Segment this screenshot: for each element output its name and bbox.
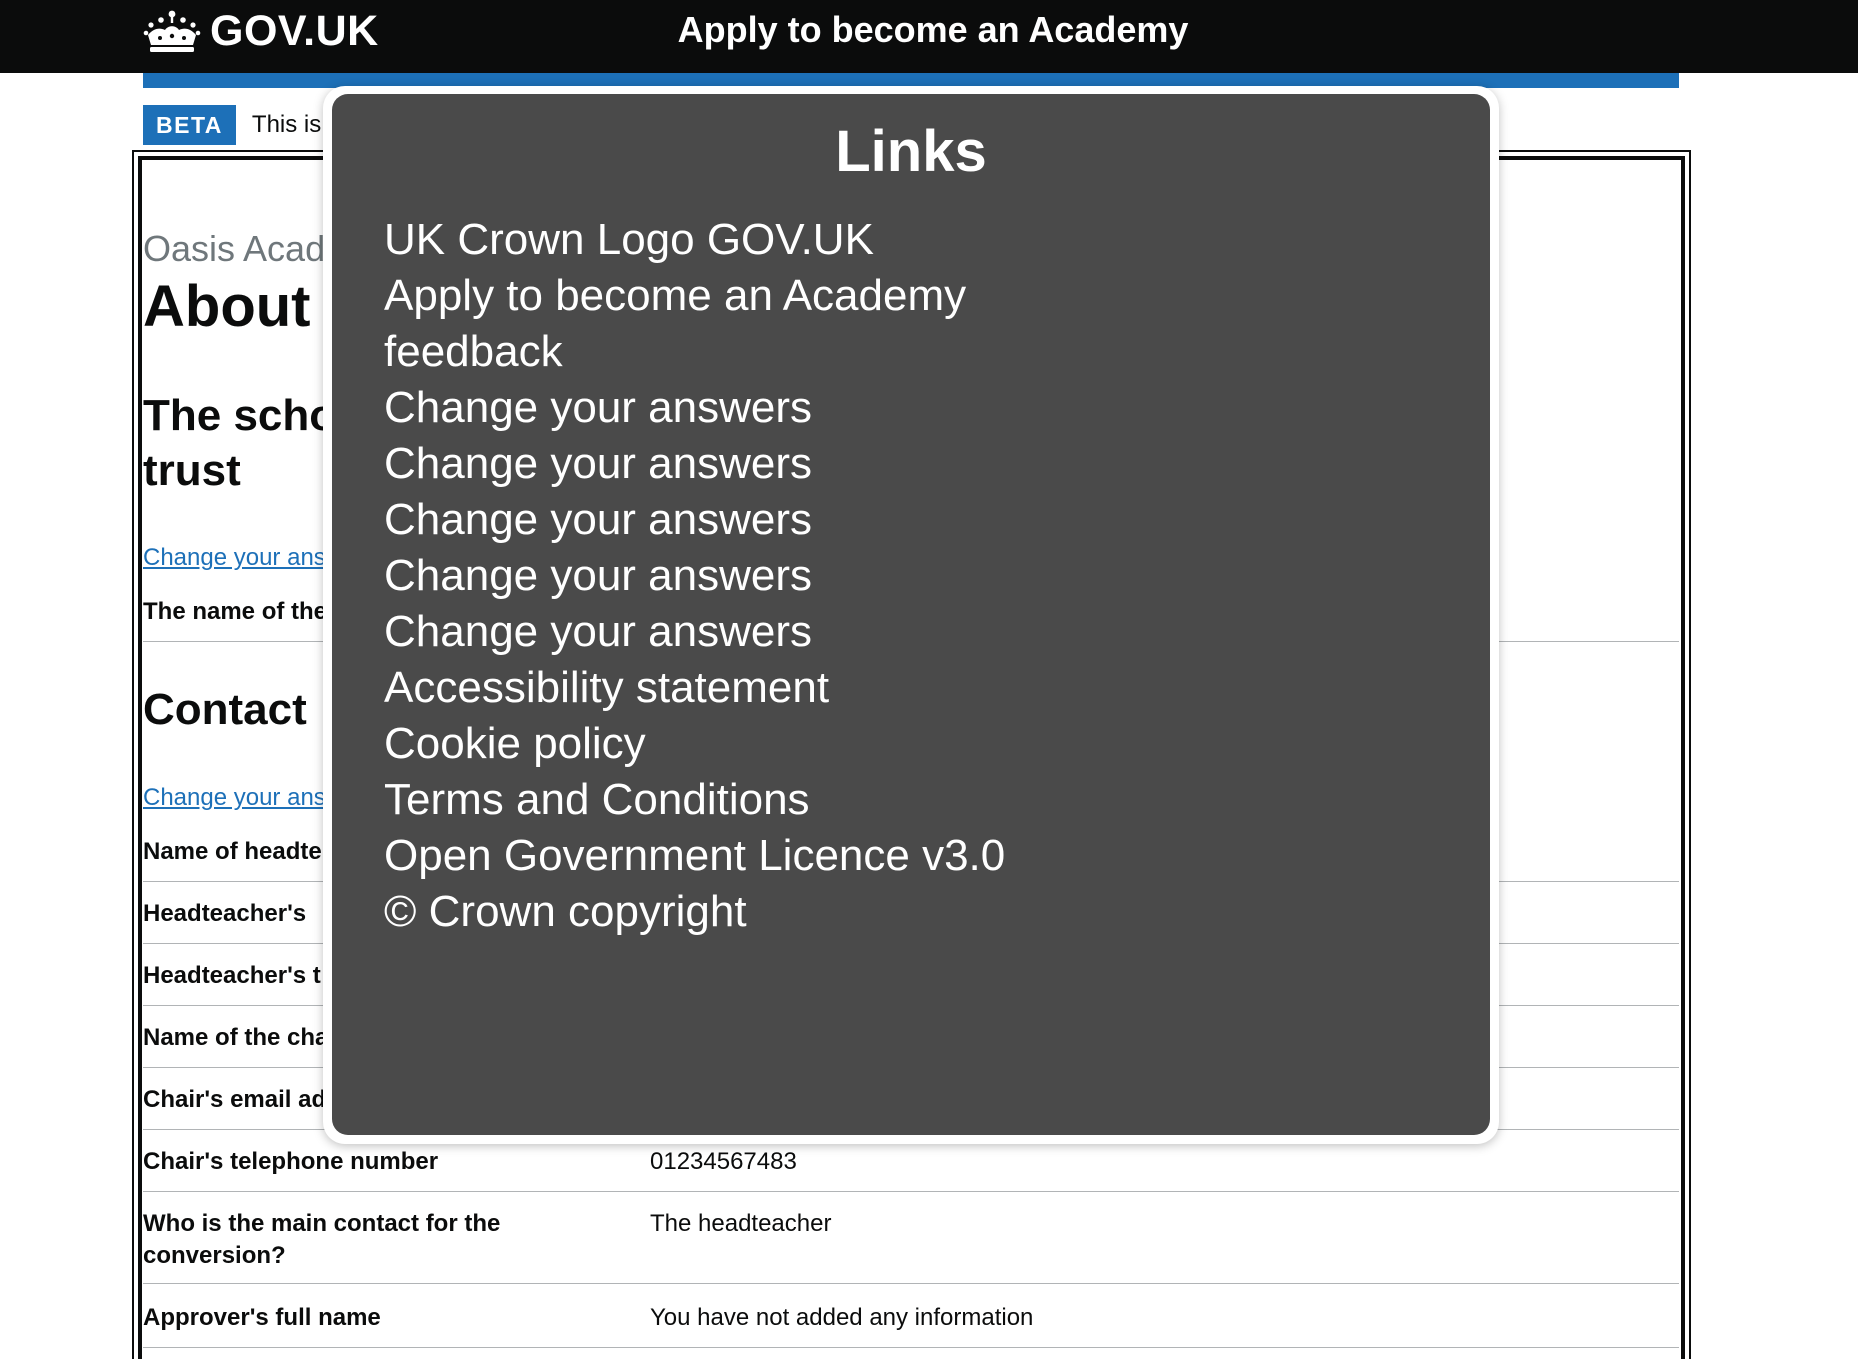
overlay-link-accessibility-statement[interactable]: Accessibility statement [384,660,1005,716]
summary-row: Approver's full name You have not added … [143,1302,1679,1348]
phase-banner-text: This is [251,111,322,138]
overlay-link-terms-and-conditions[interactable]: Terms and Conditions [384,772,1005,828]
change-answers-link[interactable]: Change your ans [143,784,326,812]
links-overlay-title: Links [835,119,987,184]
overlay-link-govuk-logo[interactable]: UK Crown Logo GOV.UK [384,212,1005,268]
overlay-link-cookie-policy[interactable]: Cookie policy [384,716,1005,772]
service-name-link[interactable]: Apply to become an Academy [0,8,1858,52]
links-overlay: Links UK Crown Logo GOV.UK Apply to beco… [332,94,1490,1135]
overlay-link-open-government-licence[interactable]: Open Government Licence v3.0 [384,828,1005,884]
overlay-link-change-answers[interactable]: Change your answers [384,492,1005,548]
phase-banner: BETA This is [143,105,321,145]
overlay-link-change-answers[interactable]: Change your answers [384,548,1005,604]
school-name-caption: Oasis Acad [143,228,326,269]
summary-row: Chair's telephone number 01234567483 [143,1146,1679,1192]
phase-tag: BETA [143,105,236,145]
change-answers-link[interactable]: Change your ans [143,544,326,572]
links-list: UK Crown Logo GOV.UK Apply to become an … [384,212,1005,940]
overlay-link-change-answers[interactable]: Change your answers [384,604,1005,660]
overlay-link-feedback[interactable]: feedback [384,324,1005,380]
summary-key: Who is the main contact for the conversi… [143,1210,501,1269]
summary-value: The headteacher [650,1210,832,1237]
govuk-header: GOV.UK Apply to become an Academy [0,0,1858,73]
summary-value: You have not added any information [650,1304,1034,1331]
overlay-link-crown-copyright[interactable]: © Crown copyright [384,884,1005,940]
section-heading-school-trust: The scho trust [143,391,337,495]
summary-row: Who is the main contact for the conversi… [143,1208,1679,1284]
section-heading-contact: Contact [143,685,307,734]
summary-value: 01234567483 [650,1148,797,1175]
page-title: About t [143,274,346,339]
overlay-link-change-answers[interactable]: Change your answers [384,436,1005,492]
summary-key: Chair's telephone number [143,1148,439,1175]
overlay-link-change-answers[interactable]: Change your answers [384,380,1005,436]
summary-key: Approver's full name [143,1304,381,1331]
overlay-link-service-name[interactable]: Apply to become an Academy [384,268,1005,324]
